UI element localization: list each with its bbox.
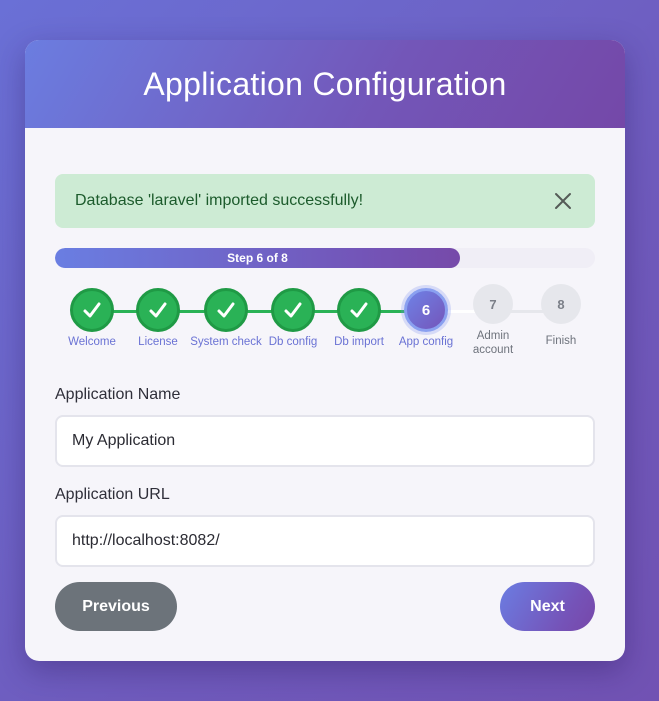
previous-button[interactable]: Previous: [55, 582, 177, 631]
check-icon: [337, 288, 381, 332]
setup-wizard-card: Application Configuration Database 'lara…: [25, 40, 625, 661]
app-name-input[interactable]: [55, 415, 595, 467]
step-number: 8: [541, 284, 581, 324]
step-number: 7: [473, 284, 513, 324]
card-header: Application Configuration: [25, 40, 625, 128]
success-alert: Database 'laravel' imported successfully…: [55, 174, 595, 228]
wizard-stepper: Welcome License System check Db config Db im…: [55, 284, 595, 366]
progress-fill: Step 6 of 8: [55, 248, 460, 268]
step-number: 6: [404, 288, 448, 332]
check-icon: [271, 288, 315, 332]
alert-message: Database 'laravel' imported successfully…: [75, 192, 364, 209]
check-icon: [70, 288, 114, 332]
check-icon: [204, 288, 248, 332]
progress-bar: Step 6 of 8: [55, 248, 595, 268]
step-8: 8 Finish: [521, 284, 601, 348]
progress-label: Step 6 of 8: [227, 251, 288, 265]
next-button[interactable]: Next: [500, 582, 595, 631]
step-label: Admin account: [472, 330, 514, 356]
check-icon: [136, 288, 180, 332]
step-label: Finish: [545, 335, 577, 347]
app-url-input[interactable]: [55, 515, 595, 567]
app-url-label: Application URL: [55, 486, 170, 503]
close-icon[interactable]: [551, 189, 575, 213]
page-title: Application Configuration: [143, 65, 507, 102]
app-name-label: Application Name: [55, 386, 181, 403]
